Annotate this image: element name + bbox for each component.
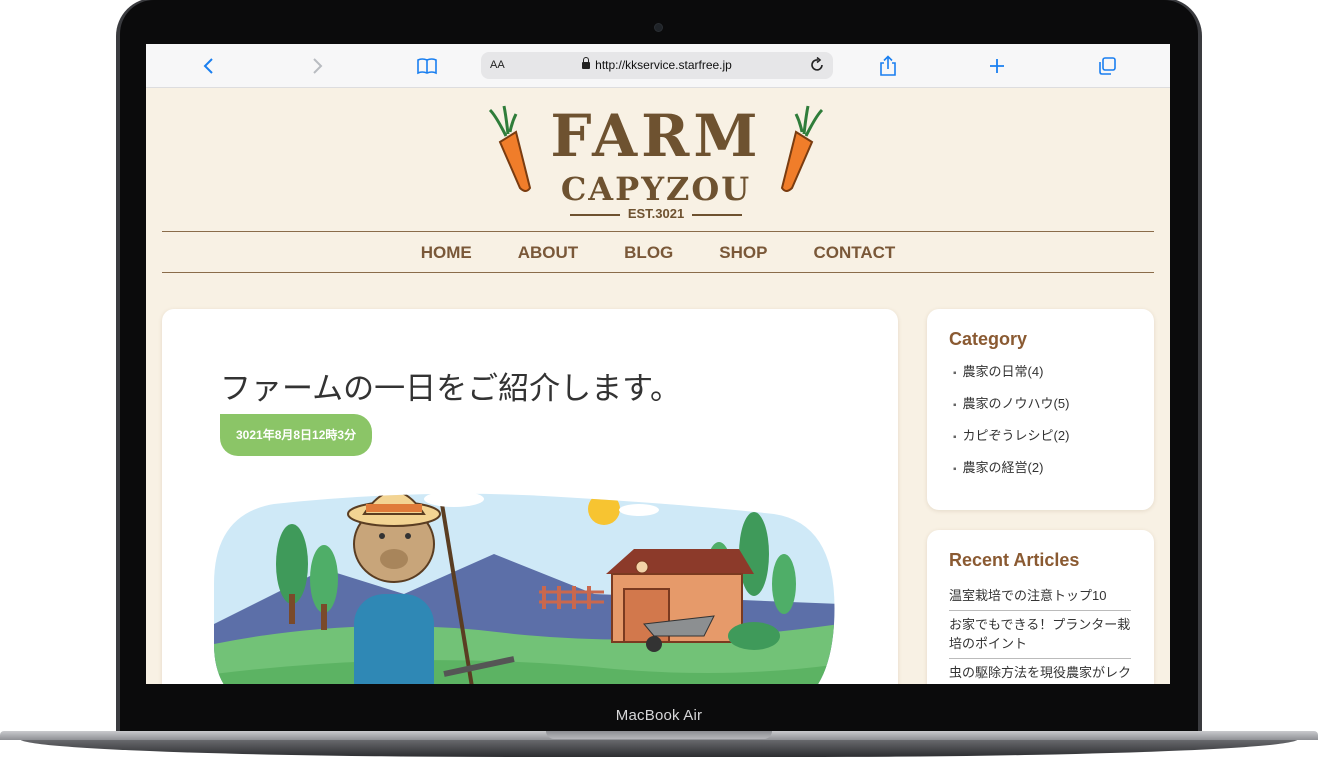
- lock-icon: [582, 57, 591, 69]
- category-item[interactable]: 農家のノウハウ(5): [953, 396, 1070, 428]
- camera: [655, 24, 662, 31]
- bookmarks-icon[interactable]: [415, 54, 439, 78]
- address-bar[interactable]: AA http://kkservice.starfree.jp: [481, 52, 833, 79]
- browser-screen: AA http://kkservice.starfree.jp FARM CAP…: [146, 44, 1170, 684]
- url-text: http://kkservice.starfree.jp: [595, 58, 732, 72]
- logo-capyzou-text: CAPYZOU: [560, 170, 752, 208]
- recent-article-link[interactable]: 虫の駆除方法を現役農家がレク: [949, 659, 1131, 684]
- tabs-icon[interactable]: [1095, 54, 1119, 78]
- nav-about[interactable]: ABOUT: [518, 243, 578, 263]
- browser-toolbar: AA http://kkservice.starfree.jp: [146, 44, 1170, 88]
- recent-article-link[interactable]: お家でもできる！プランター栽培のポイント: [949, 611, 1131, 659]
- main-nav: HOME ABOUT BLOG SHOP CONTACT: [162, 231, 1154, 273]
- nav-blog[interactable]: BLOG: [624, 243, 673, 263]
- recent-articles-widget: Recent Articles 温室栽培での注意トップ10 お家でもできる！プラ…: [927, 530, 1154, 684]
- nav-shop[interactable]: SHOP: [719, 243, 767, 263]
- back-icon[interactable]: [196, 54, 220, 78]
- post-date-badge: 3021年8月8日12時3分: [220, 414, 373, 456]
- laptop-base: [0, 731, 1318, 757]
- recent-article-link[interactable]: 温室栽培での注意トップ10: [949, 582, 1131, 611]
- reload-icon[interactable]: [807, 55, 827, 75]
- category-item[interactable]: 農家の日常(4): [953, 364, 1069, 396]
- new-tab-icon[interactable]: [985, 54, 1009, 78]
- category-heading: Category: [949, 329, 1028, 349]
- nav-home[interactable]: HOME: [421, 243, 472, 263]
- category-item[interactable]: 農家の経営(2): [953, 460, 1069, 492]
- nav-contact[interactable]: CONTACT: [813, 243, 895, 263]
- logo-est-text: EST.3021: [627, 206, 685, 221]
- device-label: MacBook Air: [615, 707, 703, 724]
- forward-icon[interactable]: [306, 54, 330, 78]
- recent-articles-heading: Recent Articles: [949, 550, 1080, 570]
- share-icon[interactable]: [876, 54, 900, 78]
- post-title[interactable]: ファームの一日をご紹介します。: [220, 363, 681, 408]
- category-widget: Category 農家の日常(4) 農家のノウハウ(5) カピぞうレシピ(2) …: [927, 309, 1154, 510]
- post-card: ファームの一日をご紹介します。 3021年8月8日12時3分: [162, 309, 898, 684]
- site-logo[interactable]: FARM CAPYZOU EST.3021: [486, 102, 826, 232]
- logo-farm-text: FARM: [550, 102, 762, 170]
- farm-illustration: [214, 491, 835, 684]
- category-item[interactable]: カピぞうレシピ(2): [953, 428, 1070, 460]
